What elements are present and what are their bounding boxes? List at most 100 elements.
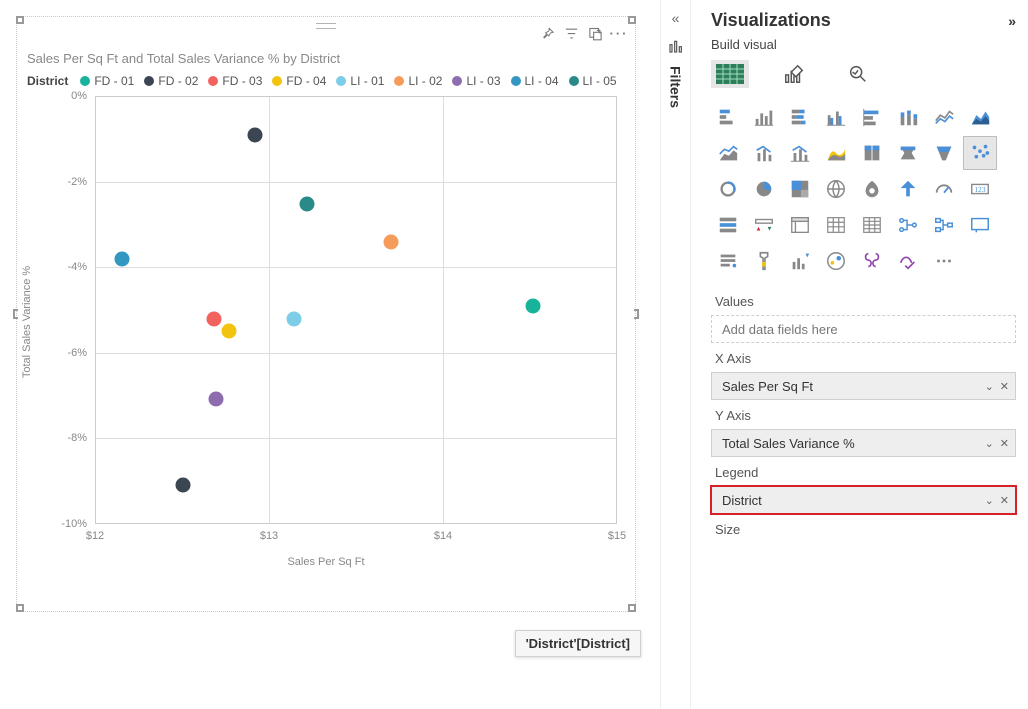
viz-type-icon[interactable] — [819, 208, 853, 242]
viz-type-icon[interactable] — [783, 172, 817, 206]
filters-panel-label[interactable]: Filters — [668, 66, 684, 108]
scatter-point[interactable] — [115, 251, 130, 266]
x-tick-label: $14 — [434, 530, 452, 542]
legend-item-label: FD - 02 — [158, 74, 198, 88]
viz-type-icon[interactable] — [819, 100, 853, 134]
viz-type-icon[interactable] — [819, 136, 853, 170]
legend-swatch-icon — [144, 76, 154, 86]
filter-icon[interactable] — [563, 25, 579, 41]
filters-icon[interactable] — [668, 38, 684, 54]
drag-handle-icon[interactable] — [316, 23, 336, 29]
legend-field-pill[interactable]: District ⌄✕ — [711, 486, 1016, 514]
y-tick-label: -10% — [61, 518, 87, 530]
viz-type-icon[interactable] — [747, 244, 781, 278]
viz-type-icon[interactable] — [747, 172, 781, 206]
viz-type-icon[interactable] — [855, 208, 889, 242]
visualizations-pane-title: Visualizations — [711, 10, 831, 31]
scatter-point[interactable] — [300, 196, 315, 211]
viz-type-icon[interactable] — [855, 100, 889, 134]
resize-handle-bl[interactable] — [16, 604, 24, 612]
scatter-point[interactable] — [248, 128, 263, 143]
viz-type-icon[interactable] — [891, 100, 925, 134]
scatter-point[interactable] — [206, 311, 221, 326]
viz-type-icon[interactable] — [927, 136, 961, 170]
yaxis-field-pill[interactable]: Total Sales Variance % ⌄✕ — [711, 429, 1016, 457]
scatter-point[interactable] — [286, 311, 301, 326]
viz-type-icon[interactable] — [819, 244, 853, 278]
viz-type-icon[interactable] — [927, 208, 961, 242]
legend-item-label: LI - 04 — [525, 74, 559, 88]
scatter-plot-area[interactable] — [95, 96, 617, 524]
viz-type-icon[interactable] — [747, 100, 781, 134]
scatter-point[interactable] — [175, 477, 190, 492]
legend-item[interactable]: FD - 02 — [144, 74, 198, 88]
y-tick-label: -6% — [67, 347, 87, 359]
viz-type-icon[interactable] — [855, 136, 889, 170]
analytics-tab[interactable] — [839, 60, 877, 88]
viz-type-icon[interactable] — [891, 244, 925, 278]
legend-item[interactable]: FD - 01 — [80, 74, 134, 88]
legend-item[interactable]: LI - 04 — [511, 74, 559, 88]
format-visual-tab[interactable] — [775, 60, 813, 88]
viz-type-icon[interactable] — [927, 244, 961, 278]
legend-item[interactable]: LI - 01 — [336, 74, 384, 88]
scatter-point[interactable] — [208, 392, 223, 407]
resize-handle-tl[interactable] — [16, 16, 24, 24]
legend-item[interactable]: LI - 02 — [394, 74, 442, 88]
focus-mode-icon[interactable] — [587, 25, 603, 41]
resize-handle-left[interactable] — [13, 309, 18, 319]
yaxis-field-menu-icon[interactable]: ⌄ — [985, 437, 994, 450]
viz-type-icon[interactable] — [927, 100, 961, 134]
legend-item[interactable]: FD - 04 — [272, 74, 326, 88]
viz-type-icon[interactable] — [891, 136, 925, 170]
viz-type-icon[interactable] — [891, 172, 925, 206]
viz-type-icon[interactable] — [963, 136, 997, 170]
viz-type-icon[interactable] — [747, 136, 781, 170]
collapse-filters-icon[interactable]: « — [672, 10, 680, 26]
viz-type-icon[interactable] — [783, 208, 817, 242]
legend-swatch-icon — [511, 76, 521, 86]
pin-icon[interactable] — [539, 25, 555, 41]
viz-type-icon[interactable] — [963, 100, 997, 134]
xaxis-well-label: X Axis — [711, 343, 1016, 372]
resize-handle-br[interactable] — [628, 604, 636, 612]
scatter-point[interactable] — [525, 298, 540, 313]
viz-type-icon[interactable] — [927, 172, 961, 206]
viz-type-icon[interactable] — [711, 244, 745, 278]
xaxis-field-menu-icon[interactable]: ⌄ — [985, 380, 994, 393]
legend-item[interactable]: LI - 05 — [569, 74, 617, 88]
viz-type-icon[interactable]: 123 — [963, 172, 997, 206]
legend-item[interactable]: LI - 03 — [452, 74, 500, 88]
viz-type-icon[interactable] — [711, 208, 745, 242]
y-axis-title: Total Sales Variance % — [21, 266, 33, 378]
resize-handle-right[interactable] — [634, 309, 639, 319]
yaxis-field-remove-icon[interactable]: ✕ — [1000, 437, 1009, 450]
xaxis-field-pill[interactable]: Sales Per Sq Ft ⌄✕ — [711, 372, 1016, 400]
viz-type-icon[interactable] — [783, 136, 817, 170]
viz-type-icon[interactable] — [747, 208, 781, 242]
chart-visual[interactable]: ··· Sales Per Sq Ft and Total Sales Vari… — [16, 16, 636, 612]
viz-type-icon[interactable] — [711, 100, 745, 134]
legend-item[interactable]: FD - 03 — [208, 74, 262, 88]
viz-type-icon[interactable] — [711, 172, 745, 206]
y-tick-label: 0% — [71, 90, 87, 102]
legend-field-remove-icon[interactable]: ✕ — [1000, 494, 1009, 507]
viz-type-icon[interactable] — [783, 244, 817, 278]
legend-item-label: LI - 01 — [350, 74, 384, 88]
more-options-icon[interactable]: ··· — [611, 25, 627, 41]
viz-type-icon[interactable] — [711, 136, 745, 170]
build-visual-tab[interactable] — [711, 60, 749, 88]
expand-viz-pane-icon[interactable]: » — [1008, 13, 1016, 29]
resize-handle-tr[interactable] — [628, 16, 636, 24]
xaxis-field-remove-icon[interactable]: ✕ — [1000, 380, 1009, 393]
viz-type-icon[interactable] — [891, 208, 925, 242]
viz-type-icon[interactable] — [855, 172, 889, 206]
viz-type-icon[interactable] — [819, 172, 853, 206]
viz-type-icon[interactable] — [963, 208, 997, 242]
values-well-placeholder[interactable]: Add data fields here — [711, 315, 1016, 343]
viz-type-icon[interactable] — [855, 244, 889, 278]
scatter-point[interactable] — [383, 234, 398, 249]
legend-field-menu-icon[interactable]: ⌄ — [985, 494, 994, 507]
scatter-point[interactable] — [222, 324, 237, 339]
viz-type-icon[interactable] — [783, 100, 817, 134]
